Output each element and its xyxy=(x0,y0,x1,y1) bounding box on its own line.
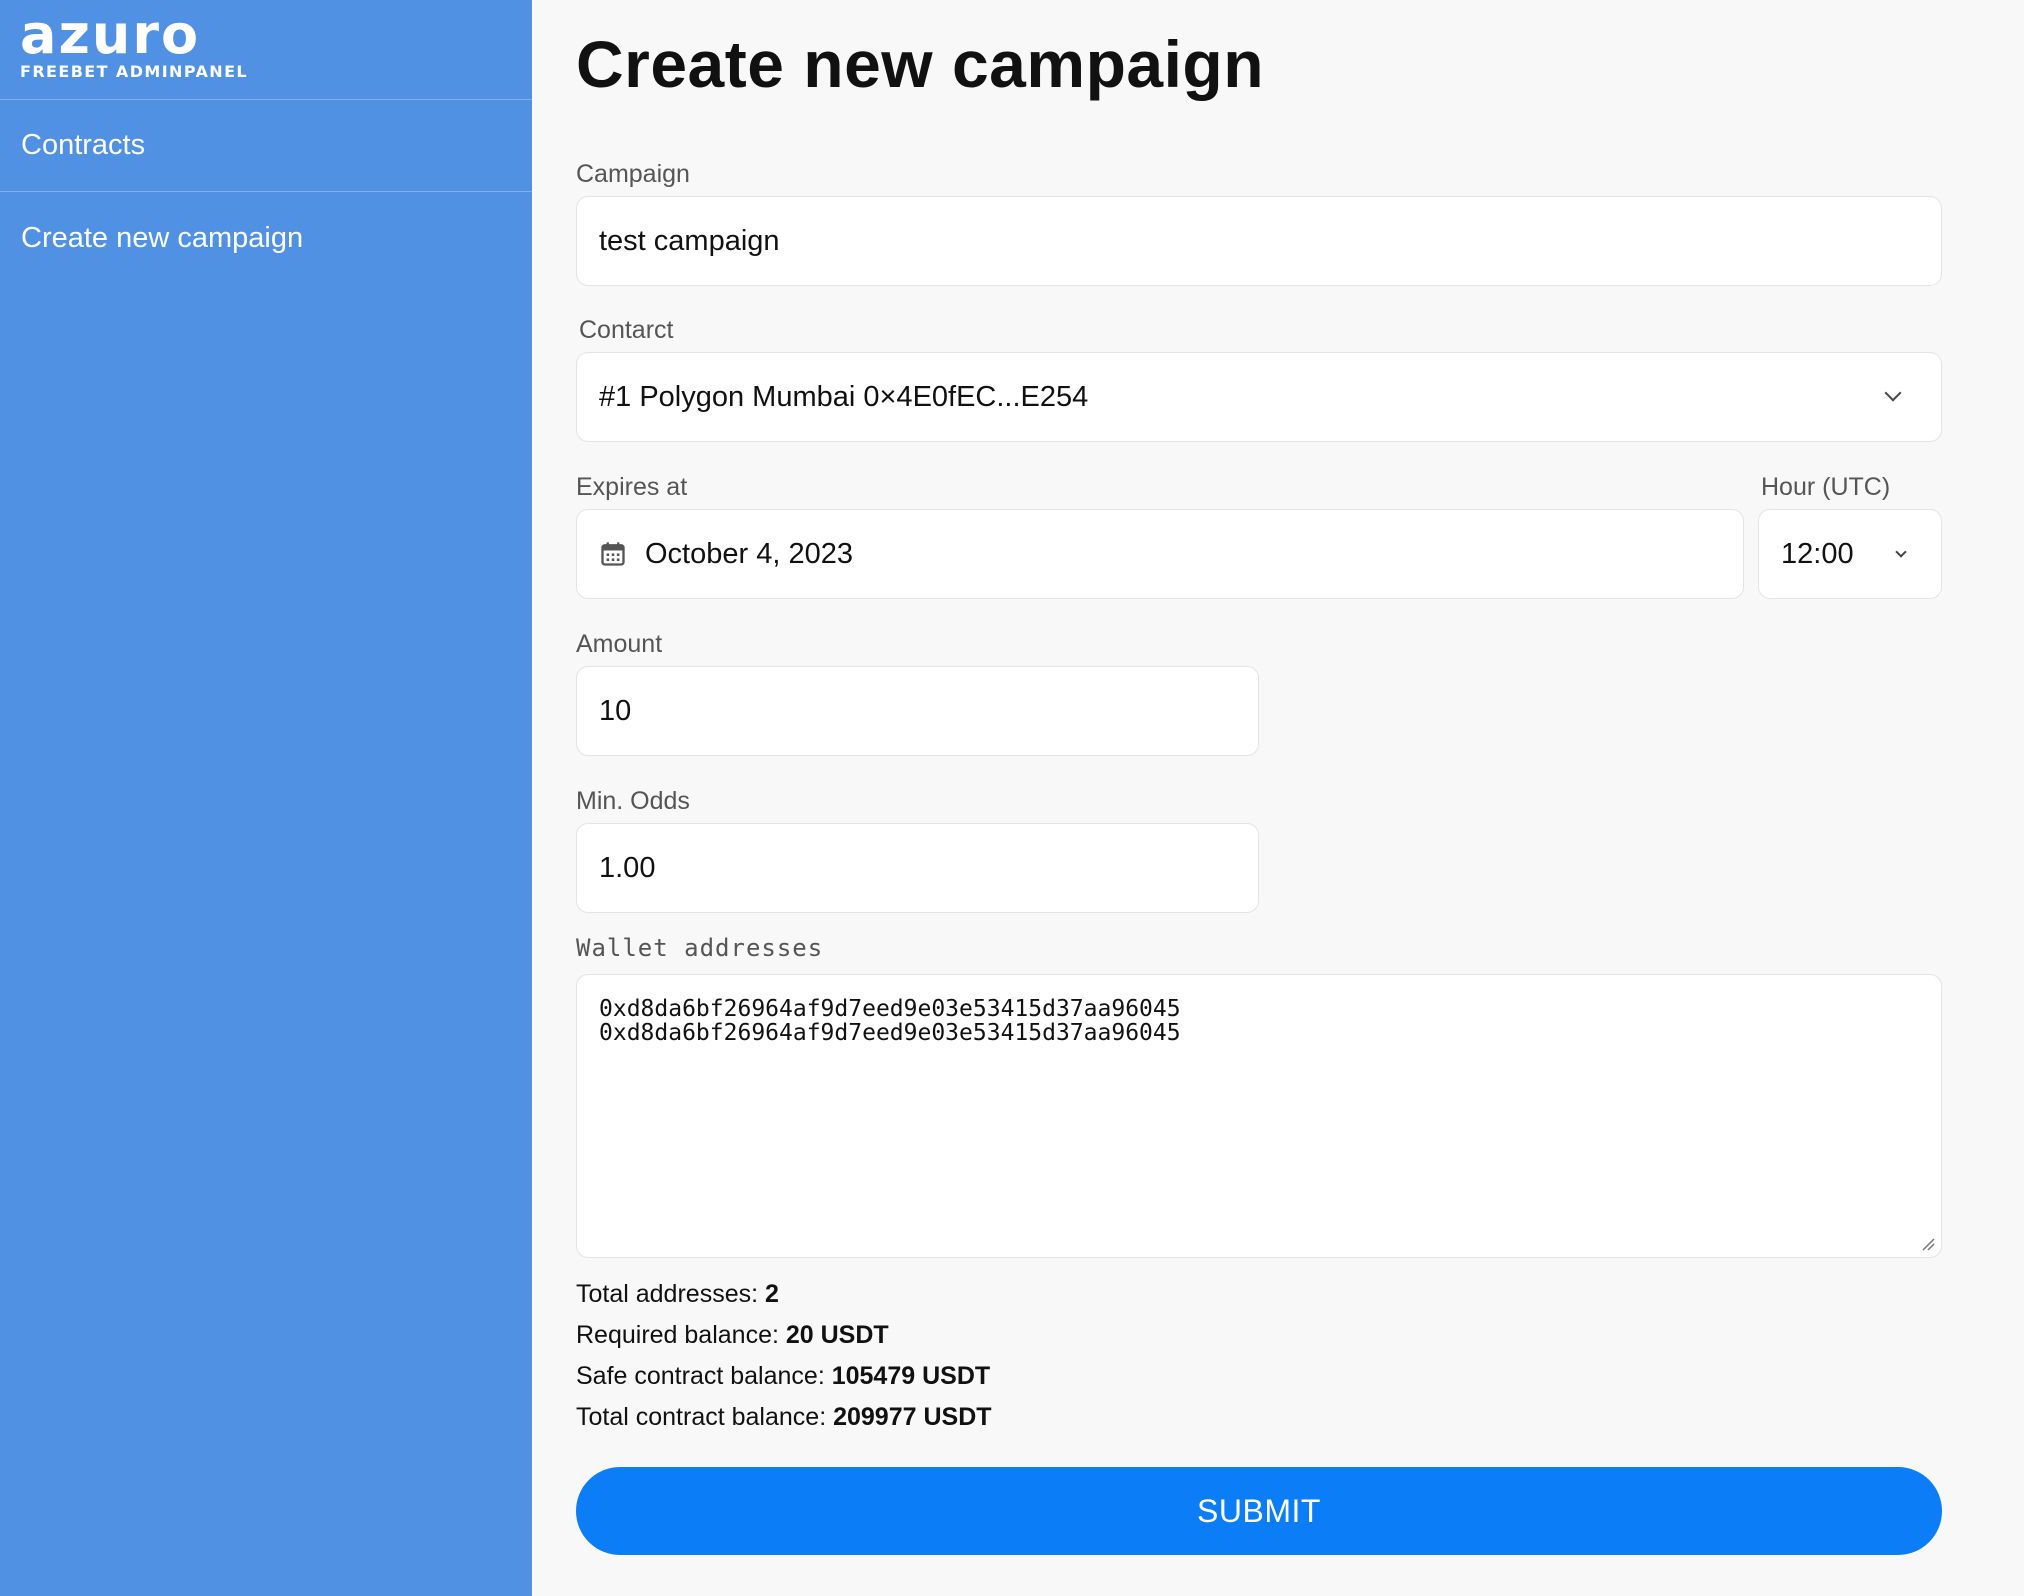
submit-button[interactable]: SUBMIT xyxy=(576,1467,1942,1555)
amount-input[interactable]: 10 xyxy=(576,666,1259,756)
chevron-down-icon xyxy=(1895,546,1907,558)
contract-select-value: #1 Polygon Mumbai 0×4E0fEC...E254 xyxy=(599,380,1089,413)
brand-logo[interactable]: azuro FREEBET ADMINPANEL xyxy=(0,0,532,100)
amount-input-value: 10 xyxy=(599,694,632,727)
sidebar-item-label: Contracts xyxy=(21,129,146,161)
hour-label: Hour (UTC) xyxy=(1761,473,1891,501)
total-balance-value: 209977 USDT xyxy=(833,1403,992,1431)
required-balance-value: 20 USDT xyxy=(785,1321,889,1349)
sidebar-item-create-campaign[interactable]: Create new campaign xyxy=(0,192,532,284)
wallet-address-line: 0xd8da6bf26964af9d7eed9e03e53415d37aa960… xyxy=(599,1020,1181,1046)
page-title: Create new campaign xyxy=(576,27,1265,101)
safe-balance-label: Safe contract balance: xyxy=(576,1362,832,1390)
expires-date-picker[interactable]: October 4, 2023 xyxy=(576,509,1744,599)
campaign-input[interactable]: test campaign xyxy=(576,196,1942,286)
total-balance-text: Total contract balance: 209977 USDT xyxy=(576,1403,992,1432)
sidebar-item-contracts[interactable]: Contracts xyxy=(0,100,532,192)
total-addresses-value: 2 xyxy=(765,1280,779,1308)
contract-select[interactable]: #1 Polygon Mumbai 0×4E0fEC...E254 xyxy=(576,352,1942,442)
hour-select[interactable]: 12:00 xyxy=(1758,509,1942,599)
campaign-input-value: test campaign xyxy=(599,224,780,257)
min-odds-label: Min. Odds xyxy=(576,787,690,815)
wallet-address-line: 0xd8da6bf26964af9d7eed9e03e53415d37aa960… xyxy=(599,996,1181,1022)
total-addresses-text: Total addresses: 2 xyxy=(576,1280,779,1309)
logo-wordmark: azuro xyxy=(20,3,201,66)
hour-select-value: 12:00 xyxy=(1781,537,1854,570)
expires-label: Expires at xyxy=(576,473,688,501)
safe-balance-value: 105479 USDT xyxy=(831,1362,991,1390)
resize-handle-icon[interactable] xyxy=(1921,1237,1935,1251)
amount-label: Amount xyxy=(576,630,663,658)
wallet-addresses-textarea[interactable]: 0xd8da6bf26964af9d7eed9e03e53415d37aa960… xyxy=(576,974,1942,1258)
wallet-addresses-label: Wallet addresses xyxy=(576,934,824,962)
required-balance-label: Required balance: xyxy=(576,1321,786,1349)
contract-label: Contarct xyxy=(579,316,674,344)
min-odds-input[interactable]: 1.00 xyxy=(576,823,1259,913)
total-balance-label: Total contract balance: xyxy=(576,1403,834,1431)
campaign-label: Campaign xyxy=(576,160,690,188)
safe-balance-text: Safe contract balance: 105479 USDT xyxy=(576,1362,990,1391)
sidebar: azuro FREEBET ADMINPANEL Contracts Creat… xyxy=(0,0,532,1596)
expires-date-value: October 4, 2023 xyxy=(645,537,853,570)
total-addresses-label: Total addresses: xyxy=(576,1280,765,1308)
calendar-icon xyxy=(601,542,625,566)
chevron-down-icon xyxy=(1884,384,1902,402)
sidebar-item-label: Create new campaign xyxy=(21,221,304,254)
required-balance-text: Required balance: 20 USDT xyxy=(576,1321,889,1350)
min-odds-input-value: 1.00 xyxy=(599,851,656,884)
logo-subtitle: FREEBET ADMINPANEL xyxy=(20,62,249,81)
